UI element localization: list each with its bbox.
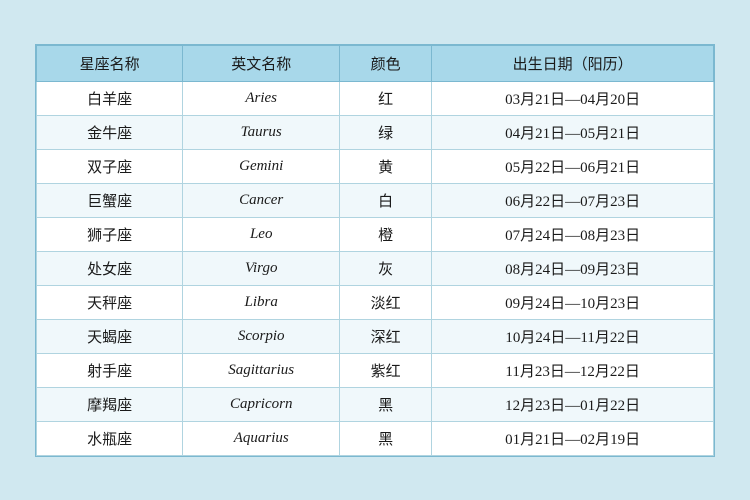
cell-row0-col1: Aries	[183, 81, 340, 115]
cell-row6-col0: 天秤座	[37, 285, 183, 319]
cell-row1-col3: 04月21日—05月21日	[432, 115, 714, 149]
cell-row2-col1: Gemini	[183, 149, 340, 183]
zodiac-table-container: 星座名称 英文名称 颜色 出生日期（阳历） 白羊座Aries红03月21日—04…	[35, 44, 715, 457]
cell-row6-col3: 09月24日—10月23日	[432, 285, 714, 319]
cell-row10-col3: 01月21日—02月19日	[432, 421, 714, 455]
cell-row3-col1: Cancer	[183, 183, 340, 217]
cell-row0-col0: 白羊座	[37, 81, 183, 115]
cell-row8-col2: 紫红	[340, 353, 432, 387]
cell-row8-col1: Sagittarius	[183, 353, 340, 387]
cell-row8-col0: 射手座	[37, 353, 183, 387]
table-row: 金牛座Taurus绿04月21日—05月21日	[37, 115, 714, 149]
cell-row5-col1: Virgo	[183, 251, 340, 285]
cell-row7-col2: 深红	[340, 319, 432, 353]
header-chinese-name: 星座名称	[37, 45, 183, 81]
cell-row3-col3: 06月22日—07月23日	[432, 183, 714, 217]
cell-row2-col3: 05月22日—06月21日	[432, 149, 714, 183]
cell-row8-col3: 11月23日—12月22日	[432, 353, 714, 387]
cell-row1-col0: 金牛座	[37, 115, 183, 149]
cell-row1-col2: 绿	[340, 115, 432, 149]
cell-row4-col1: Leo	[183, 217, 340, 251]
cell-row4-col0: 狮子座	[37, 217, 183, 251]
cell-row7-col0: 天蝎座	[37, 319, 183, 353]
table-row: 白羊座Aries红03月21日—04月20日	[37, 81, 714, 115]
cell-row9-col3: 12月23日—01月22日	[432, 387, 714, 421]
table-row: 水瓶座Aquarius黑01月21日—02月19日	[37, 421, 714, 455]
cell-row2-col2: 黄	[340, 149, 432, 183]
cell-row10-col1: Aquarius	[183, 421, 340, 455]
header-color: 颜色	[340, 45, 432, 81]
cell-row2-col0: 双子座	[37, 149, 183, 183]
cell-row0-col2: 红	[340, 81, 432, 115]
cell-row9-col0: 摩羯座	[37, 387, 183, 421]
cell-row7-col3: 10月24日—11月22日	[432, 319, 714, 353]
table-row: 射手座Sagittarius紫红11月23日—12月22日	[37, 353, 714, 387]
cell-row1-col1: Taurus	[183, 115, 340, 149]
table-row: 双子座Gemini黄05月22日—06月21日	[37, 149, 714, 183]
cell-row3-col2: 白	[340, 183, 432, 217]
cell-row5-col0: 处女座	[37, 251, 183, 285]
table-header-row: 星座名称 英文名称 颜色 出生日期（阳历）	[37, 45, 714, 81]
cell-row5-col2: 灰	[340, 251, 432, 285]
table-row: 狮子座Leo橙07月24日—08月23日	[37, 217, 714, 251]
header-english-name: 英文名称	[183, 45, 340, 81]
cell-row3-col0: 巨蟹座	[37, 183, 183, 217]
cell-row9-col2: 黑	[340, 387, 432, 421]
cell-row6-col1: Libra	[183, 285, 340, 319]
table-row: 天秤座Libra淡红09月24日—10月23日	[37, 285, 714, 319]
table-row: 天蝎座Scorpio深红10月24日—11月22日	[37, 319, 714, 353]
cell-row6-col2: 淡红	[340, 285, 432, 319]
cell-row5-col3: 08月24日—09月23日	[432, 251, 714, 285]
cell-row4-col2: 橙	[340, 217, 432, 251]
zodiac-table: 星座名称 英文名称 颜色 出生日期（阳历） 白羊座Aries红03月21日—04…	[36, 45, 714, 456]
table-row: 摩羯座Capricorn黑12月23日—01月22日	[37, 387, 714, 421]
cell-row9-col1: Capricorn	[183, 387, 340, 421]
table-row: 巨蟹座Cancer白06月22日—07月23日	[37, 183, 714, 217]
table-row: 处女座Virgo灰08月24日—09月23日	[37, 251, 714, 285]
cell-row4-col3: 07月24日—08月23日	[432, 217, 714, 251]
cell-row7-col1: Scorpio	[183, 319, 340, 353]
cell-row10-col2: 黑	[340, 421, 432, 455]
cell-row10-col0: 水瓶座	[37, 421, 183, 455]
table-body: 白羊座Aries红03月21日—04月20日金牛座Taurus绿04月21日—0…	[37, 81, 714, 455]
cell-row0-col3: 03月21日—04月20日	[432, 81, 714, 115]
header-birthdate: 出生日期（阳历）	[432, 45, 714, 81]
